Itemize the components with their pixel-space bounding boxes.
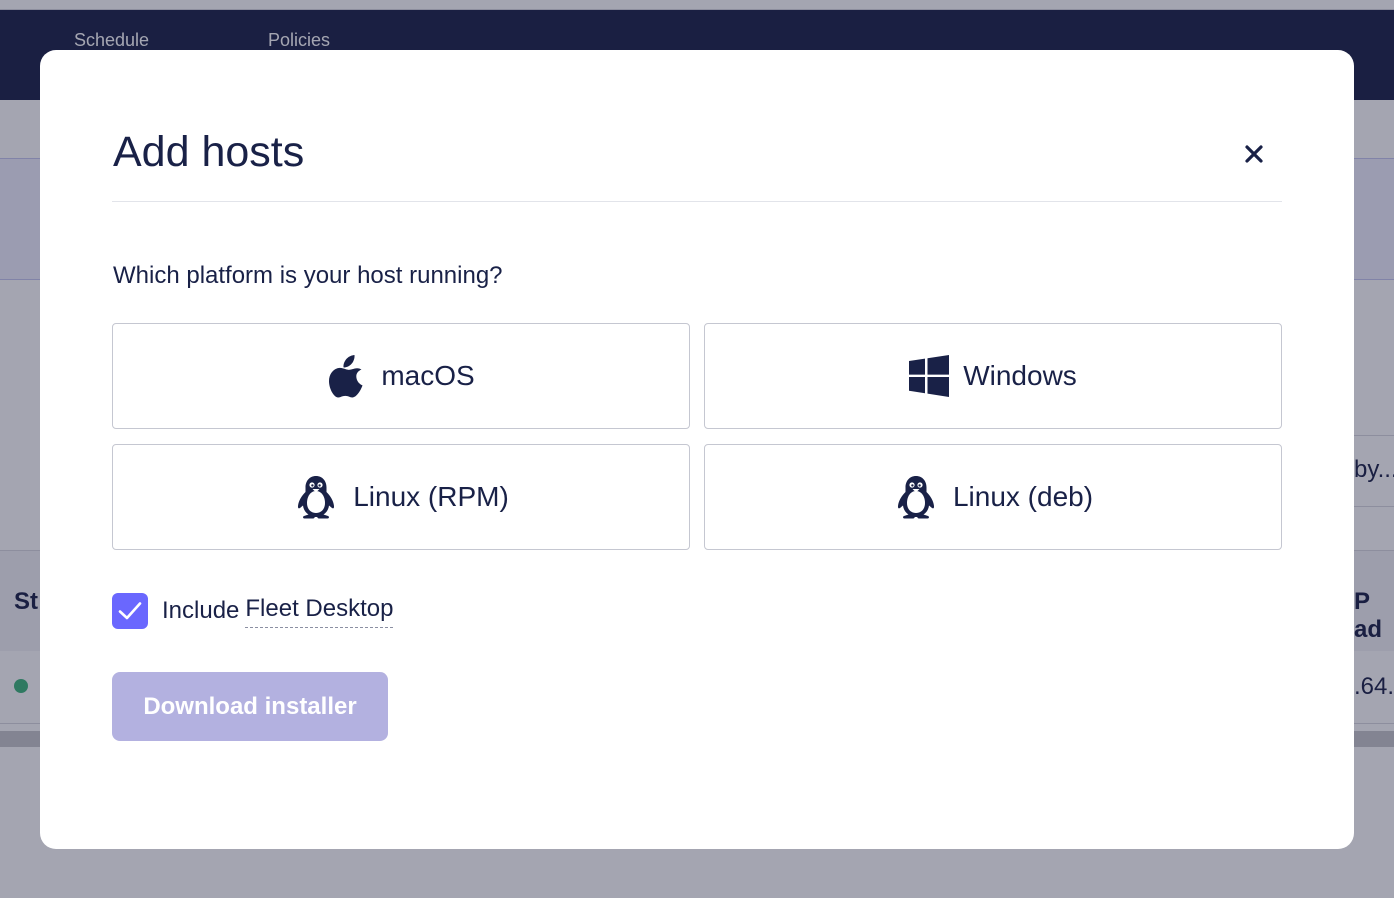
modal-title: Add hosts xyxy=(113,128,305,176)
close-icon xyxy=(1245,145,1263,163)
linux-penguin-icon xyxy=(293,474,339,520)
linux-penguin-icon xyxy=(893,474,939,520)
platform-linux-deb-button[interactable]: Linux (deb) xyxy=(704,444,1282,550)
platform-macos-button[interactable]: macOS xyxy=(112,323,690,429)
checkmark-icon xyxy=(118,602,142,620)
platform-windows-label: Windows xyxy=(963,360,1077,391)
platform-linux-rpm-button[interactable]: Linux (RPM) xyxy=(112,444,690,550)
platform-linux-rpm-label: Linux (RPM) xyxy=(353,481,509,512)
modal-divider xyxy=(112,201,1282,202)
platform-question: Which platform is your host running? xyxy=(113,262,503,289)
apple-icon xyxy=(327,353,367,399)
platform-linux-deb-label: Linux (deb) xyxy=(952,481,1094,512)
platform-options: macOS Windows Linux (RPM) Linux (deb) xyxy=(112,323,1282,550)
platform-macos-label: macOS xyxy=(381,360,475,391)
close-button[interactable] xyxy=(1238,138,1270,170)
fleet-desktop-tooltip-term[interactable]: Fleet Desktop xyxy=(245,595,394,628)
platform-windows-button[interactable]: Windows xyxy=(704,323,1282,429)
include-fleet-desktop-checkbox[interactable] xyxy=(112,593,148,629)
include-fleet-desktop-row: Include Fleet Desktop xyxy=(112,593,394,629)
add-hosts-modal: Add hosts Which platform is your host ru… xyxy=(40,50,1354,849)
windows-icon xyxy=(909,355,950,397)
download-installer-button[interactable]: Download installer xyxy=(112,672,388,741)
checkbox-label: Include xyxy=(162,597,240,624)
